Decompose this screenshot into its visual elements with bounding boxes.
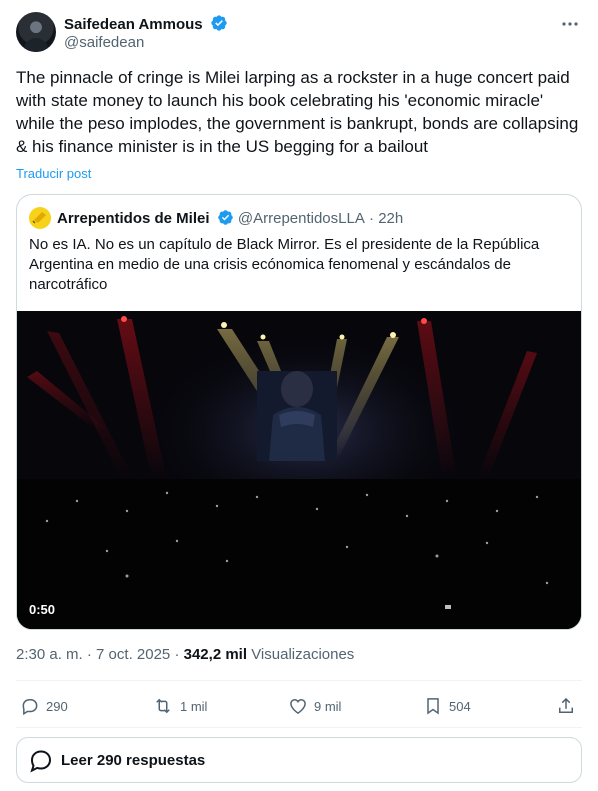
like-count: 9 mil: [314, 698, 342, 714]
repost-button[interactable]: 1 mil: [152, 690, 207, 722]
video-player[interactable]: 0:50: [17, 311, 581, 629]
share-icon: [559, 697, 573, 713]
verified-badge-icon: [217, 210, 233, 225]
views-count: 342,2 mil: [183, 646, 248, 663]
read-replies-button[interactable]: Leer 290 respuestas: [16, 737, 582, 783]
meta-separator: ·: [86, 646, 92, 663]
concert-video-frame: [17, 311, 581, 629]
tweet-text: The pinnacle of cringe is Milei larping …: [16, 68, 579, 156]
quoted-tweet[interactable]: Arrepentidos de Milei @ArrepentidosLLA ·…: [16, 194, 582, 630]
divider: [16, 680, 582, 681]
bookmark-icon: [427, 698, 439, 715]
quote-avatar[interactable]: [29, 207, 51, 229]
tweet-time[interactable]: 2:30 a. m.: [16, 646, 83, 663]
bookmark-count: 504: [449, 698, 471, 714]
read-replies-label: Leer 290 respuestas: [61, 751, 206, 769]
reply-count: 290: [46, 698, 68, 714]
replies-bubble-icon: [30, 750, 52, 773]
action-bar: 290 1 mil 9 mil 504: [16, 690, 582, 722]
quote-author-name[interactable]: Arrepentidos de Milei: [57, 210, 210, 227]
share-button[interactable]: [556, 690, 582, 722]
author-name[interactable]: Saifedean Ammous: [64, 16, 203, 33]
quote-text: No es IA. No es un capítulo de Black Mir…: [29, 236, 540, 293]
reply-button[interactable]: 290: [20, 690, 68, 722]
like-button[interactable]: 9 mil: [288, 690, 341, 722]
video-duration: 0:50: [29, 602, 56, 617]
translate-link[interactable]: Traducir post: [16, 166, 91, 181]
quote-separator: ·: [369, 210, 375, 227]
like-icon: [290, 698, 306, 714]
quote-author-handle[interactable]: @ArrepentidosLLA: [238, 210, 365, 227]
divider: [16, 727, 582, 728]
repost-icon: [156, 698, 170, 714]
quote-avatar-logo-icon: [32, 212, 46, 224]
bookmark-button[interactable]: 504: [423, 690, 471, 722]
author-avatar[interactable]: [16, 12, 56, 52]
repost-count: 1 mil: [180, 698, 208, 714]
quote-time[interactable]: 22h: [378, 210, 403, 227]
reply-icon: [22, 699, 38, 716]
tweet-date[interactable]: 7 oct. 2025: [96, 646, 170, 663]
author-handle[interactable]: @saifedean: [64, 34, 144, 51]
meta-separator: ·: [174, 646, 180, 663]
tweet-header: Saifedean Ammous @saifedean: [16, 12, 582, 54]
more-icon[interactable]: [560, 14, 580, 34]
views-label: Visualizaciones: [251, 646, 355, 663]
tweet-meta: 2:30 a. m. · 7 oct. 2025 · 342,2 mil Vis…: [16, 646, 354, 663]
quote-header: Arrepentidos de Milei @ArrepentidosLLA ·…: [57, 209, 403, 227]
verified-badge-icon: [211, 15, 227, 31]
author-name-row[interactable]: Saifedean Ammous: [64, 14, 228, 33]
